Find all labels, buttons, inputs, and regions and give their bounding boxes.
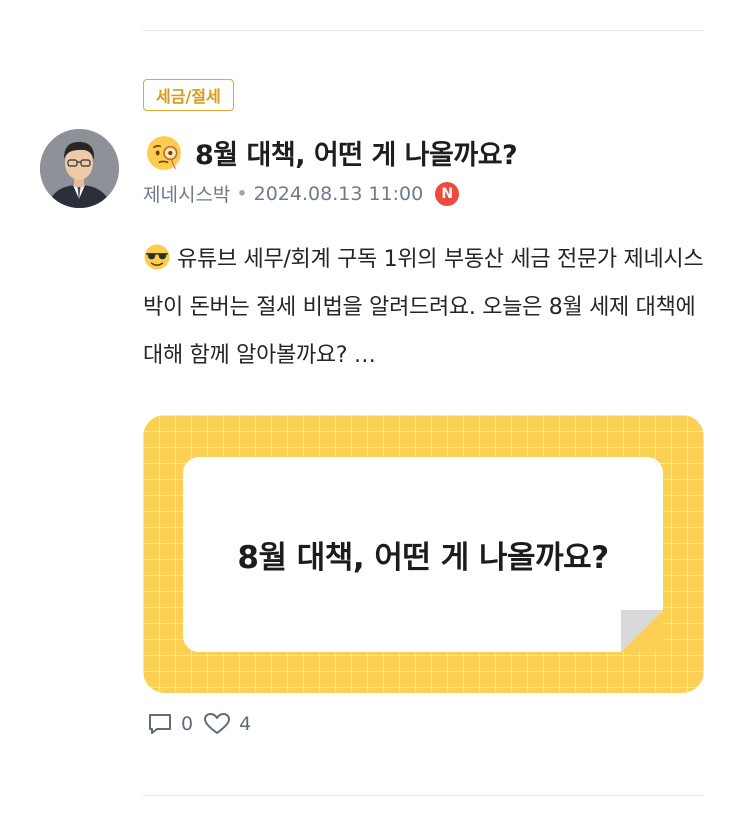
like-count: 4 [239, 713, 252, 735]
comment-button[interactable]: 0 [147, 712, 193, 736]
heart-icon [204, 713, 231, 734]
author-avatar[interactable] [40, 129, 119, 208]
bottom-divider [143, 795, 703, 796]
sunglasses-face-icon [144, 244, 170, 270]
post-meta: 제네시스박 • 2024.08.13 11:00 N [143, 180, 460, 207]
post-title-row[interactable]: 8월 대책, 어떤 게 나올까요? [145, 133, 518, 172]
meta-separator: • [236, 182, 248, 205]
top-divider [143, 30, 703, 31]
comment-count: 0 [181, 713, 194, 735]
category-tag[interactable]: 세금/절세 [143, 79, 234, 111]
thumbnail-title: 8월 대책, 어떤 게 나올까요? [237, 540, 609, 576]
thumbnail-card: 8월 대책, 어떤 게 나올까요? [183, 457, 663, 652]
post-excerpt-text: 유튜브 세무/회계 구독 1위의 부동산 세금 전문가 제네시스박이 돈버는 절… [143, 247, 704, 368]
like-button[interactable]: 4 [203, 712, 251, 736]
post-thumbnail[interactable]: 8월 대책, 어떤 게 나올까요? [143, 415, 704, 693]
face-with-monocle-icon [147, 135, 181, 170]
post-actions: 0 4 [147, 712, 251, 736]
author-photo [40, 129, 119, 208]
post-title[interactable]: 8월 대책, 어떤 게 나올까요? [195, 133, 518, 172]
author-name[interactable]: 제네시스박 [143, 180, 230, 207]
post-datetime: 2024.08.13 11:00 [253, 182, 424, 205]
page-fold-icon [621, 610, 663, 652]
post-excerpt[interactable]: 유튜브 세무/회계 구독 1위의 부동산 세금 전문가 제네시스박이 돈버는 절… [143, 236, 708, 380]
naver-badge-icon: N [435, 181, 460, 206]
comment-icon [149, 714, 171, 734]
